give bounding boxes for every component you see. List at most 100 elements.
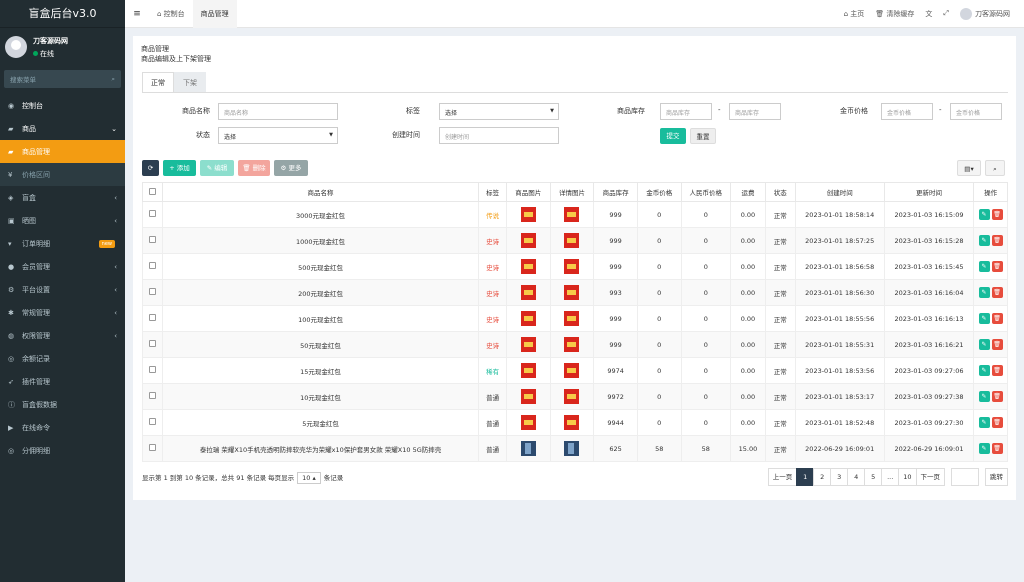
stock-min-input[interactable]: 商品库存 bbox=[660, 103, 712, 120]
thumbnail-image[interactable] bbox=[520, 363, 536, 378]
sidebar-item-9[interactable]: ✱ 常规管理 ‹ bbox=[0, 301, 125, 324]
thumbnail-image[interactable] bbox=[564, 337, 580, 352]
thumbnail-image[interactable] bbox=[564, 363, 580, 378]
table-row[interactable]: 200元现金红包 史诗 993 0 0 0.00 正常 2023-01-01 18:56:30… bbox=[142, 279, 1008, 306]
row-checkbox[interactable] bbox=[148, 236, 156, 243]
detail-image-cell[interactable] bbox=[549, 279, 595, 306]
thumbnail-image[interactable] bbox=[520, 233, 536, 248]
delete-icon[interactable]: 🗑 bbox=[991, 443, 1003, 454]
sidebar-item-1[interactable]: ▰ 商品 ⌄ bbox=[0, 117, 125, 140]
row-select-cell[interactable] bbox=[142, 201, 163, 228]
row-checkbox[interactable] bbox=[148, 314, 156, 321]
row-select-cell[interactable] bbox=[142, 383, 163, 410]
column-header[interactable]: 详情图片 bbox=[549, 182, 595, 202]
edit-icon[interactable]: ✎ bbox=[978, 287, 990, 298]
search-icon[interactable]: ⌕ bbox=[985, 160, 1005, 176]
created-time-input[interactable]: 创建时间 bbox=[439, 127, 559, 144]
stock-max-input[interactable]: 商品库存 bbox=[729, 103, 781, 120]
row-select-cell[interactable] bbox=[142, 409, 163, 436]
edit-icon[interactable]: ✎ bbox=[978, 235, 990, 246]
row-select-cell[interactable] bbox=[142, 357, 163, 384]
jump-button[interactable]: 跳转 bbox=[985, 468, 1008, 486]
search-icon[interactable]: ⌕ bbox=[111, 75, 115, 84]
sidebar-item-10[interactable]: ◍ 权限管理 ‹ bbox=[0, 324, 125, 347]
page-button[interactable]: 3 bbox=[830, 468, 849, 486]
row-checkbox[interactable] bbox=[148, 418, 156, 425]
column-header[interactable]: 创建时间 bbox=[794, 182, 885, 202]
reset-button[interactable]: 重置 bbox=[690, 128, 716, 144]
goods-image-cell[interactable] bbox=[505, 331, 551, 358]
edit-icon[interactable]: ✎ bbox=[978, 339, 990, 350]
column-header[interactable]: 商品图片 bbox=[505, 182, 551, 202]
sidebar-item-12[interactable]: ➶ 插件管理 bbox=[0, 370, 125, 393]
select-all-checkbox[interactable] bbox=[148, 187, 156, 195]
thumbnail-image[interactable] bbox=[564, 259, 580, 274]
fullscreen-icon[interactable]: ⤢ bbox=[943, 9, 949, 18]
submit-button[interactable]: 提交 bbox=[660, 128, 686, 144]
edit-icon[interactable]: ✎ bbox=[978, 417, 990, 428]
row-select-cell[interactable] bbox=[142, 253, 163, 280]
page-size-select[interactable]: 10 ▴ bbox=[297, 472, 321, 484]
table-row[interactable]: 50元现金红包 史诗 999 0 0 0.00 正常 2023-01-01 18:55:31 2… bbox=[142, 331, 1008, 358]
thumbnail-image[interactable] bbox=[520, 207, 536, 222]
detail-image-cell[interactable] bbox=[549, 253, 595, 280]
sidebar-item-13[interactable]: ⓘ 盲盒假数据 bbox=[0, 393, 125, 416]
goods-image-cell[interactable] bbox=[505, 435, 551, 462]
page-button[interactable]: 1 bbox=[796, 468, 815, 486]
row-select-cell[interactable] bbox=[142, 227, 163, 254]
column-header[interactable]: 操作 bbox=[973, 182, 1008, 202]
table-row[interactable]: 3000元现金红包 传说 999 0 0 0.00 正常 2023-01-01 18:58:1… bbox=[142, 201, 1008, 228]
column-header[interactable]: 更新时间 bbox=[883, 182, 975, 202]
thumbnail-image[interactable] bbox=[564, 311, 580, 326]
more-button[interactable]: ⚙ 更多 bbox=[274, 160, 308, 176]
column-header[interactable]: 标签 bbox=[478, 182, 507, 202]
coin-min-input[interactable]: 金币价格 bbox=[881, 103, 933, 120]
tab-console[interactable]: ⌂ 控制台 bbox=[149, 0, 193, 28]
tab-normal[interactable]: 正常 bbox=[142, 72, 174, 92]
thumbnail-image[interactable] bbox=[520, 441, 536, 456]
row-checkbox[interactable] bbox=[148, 210, 156, 217]
sidebar-item-14[interactable]: ▶ 在线命令 bbox=[0, 416, 125, 439]
edit-icon[interactable]: ✎ bbox=[978, 313, 990, 324]
thumbnail-image[interactable] bbox=[520, 285, 536, 300]
delete-icon[interactable]: 🗑 bbox=[991, 209, 1003, 220]
detail-image-cell[interactable] bbox=[549, 201, 595, 228]
goods-image-cell[interactable] bbox=[505, 305, 551, 332]
column-header[interactable]: 人民币价格 bbox=[680, 182, 732, 202]
edit-button[interactable]: ✎ 编辑 bbox=[200, 160, 234, 176]
thumbnail-image[interactable] bbox=[564, 285, 580, 300]
goods-image-cell[interactable] bbox=[505, 253, 551, 280]
row-checkbox[interactable] bbox=[148, 340, 156, 347]
delete-icon[interactable]: 🗑 bbox=[991, 339, 1003, 350]
goods-image-cell[interactable] bbox=[505, 201, 551, 228]
refresh-button[interactable]: ⟳ bbox=[142, 160, 159, 176]
sidebar-item-5[interactable]: ▣ 晒图 ‹ bbox=[0, 209, 125, 232]
sidebar-item-0[interactable]: ◉ 控制台 bbox=[0, 94, 125, 117]
detail-image-cell[interactable] bbox=[549, 357, 595, 384]
sidebar-item-11[interactable]: ◎ 余额记录 bbox=[0, 347, 125, 370]
row-select-cell[interactable] bbox=[142, 435, 163, 462]
delete-icon[interactable]: 🗑 bbox=[991, 391, 1003, 402]
clear-cache-button[interactable]: 🗑 清除缓存 bbox=[875, 9, 914, 19]
delete-icon[interactable]: 🗑 bbox=[991, 261, 1003, 272]
tab-goods-manage[interactable]: 商品管理 bbox=[192, 0, 237, 28]
table-row[interactable]: 5元现金红包 普通 9944 0 0 0.00 正常 2023-01-01 18:52:48 2… bbox=[142, 409, 1008, 436]
status-select[interactable]: 选择 bbox=[218, 127, 338, 144]
delete-icon[interactable]: 🗑 bbox=[991, 313, 1003, 324]
sidebar-item-7[interactable]: ● 会员管理 ‹ bbox=[0, 255, 125, 278]
menu-search-input[interactable]: 搜索菜单 ⌕ bbox=[4, 70, 121, 88]
thumbnail-image[interactable] bbox=[564, 415, 580, 430]
coin-max-input[interactable]: 金币价格 bbox=[950, 103, 1002, 120]
thumbnail-image[interactable] bbox=[564, 233, 580, 248]
tag-select[interactable]: 选择 bbox=[439, 103, 559, 120]
row-select-cell[interactable] bbox=[142, 279, 163, 306]
table-row[interactable]: 15元现金红包 稀有 9974 0 0 0.00 正常 2023-01-01 18:53:56… bbox=[142, 357, 1008, 384]
thumbnail-image[interactable] bbox=[564, 441, 580, 456]
page-button[interactable]: 10 bbox=[898, 468, 917, 486]
sidebar-item-6[interactable]: ▾ 订单明细 new bbox=[0, 232, 125, 255]
menu-toggle-icon[interactable]: ≡ bbox=[125, 9, 149, 19]
translate-icon[interactable]: 文 bbox=[925, 9, 932, 19]
user-menu[interactable]: 刀客源码网 bbox=[960, 7, 1010, 20]
detail-image-cell[interactable] bbox=[549, 331, 595, 358]
thumbnail-image[interactable] bbox=[564, 207, 580, 222]
